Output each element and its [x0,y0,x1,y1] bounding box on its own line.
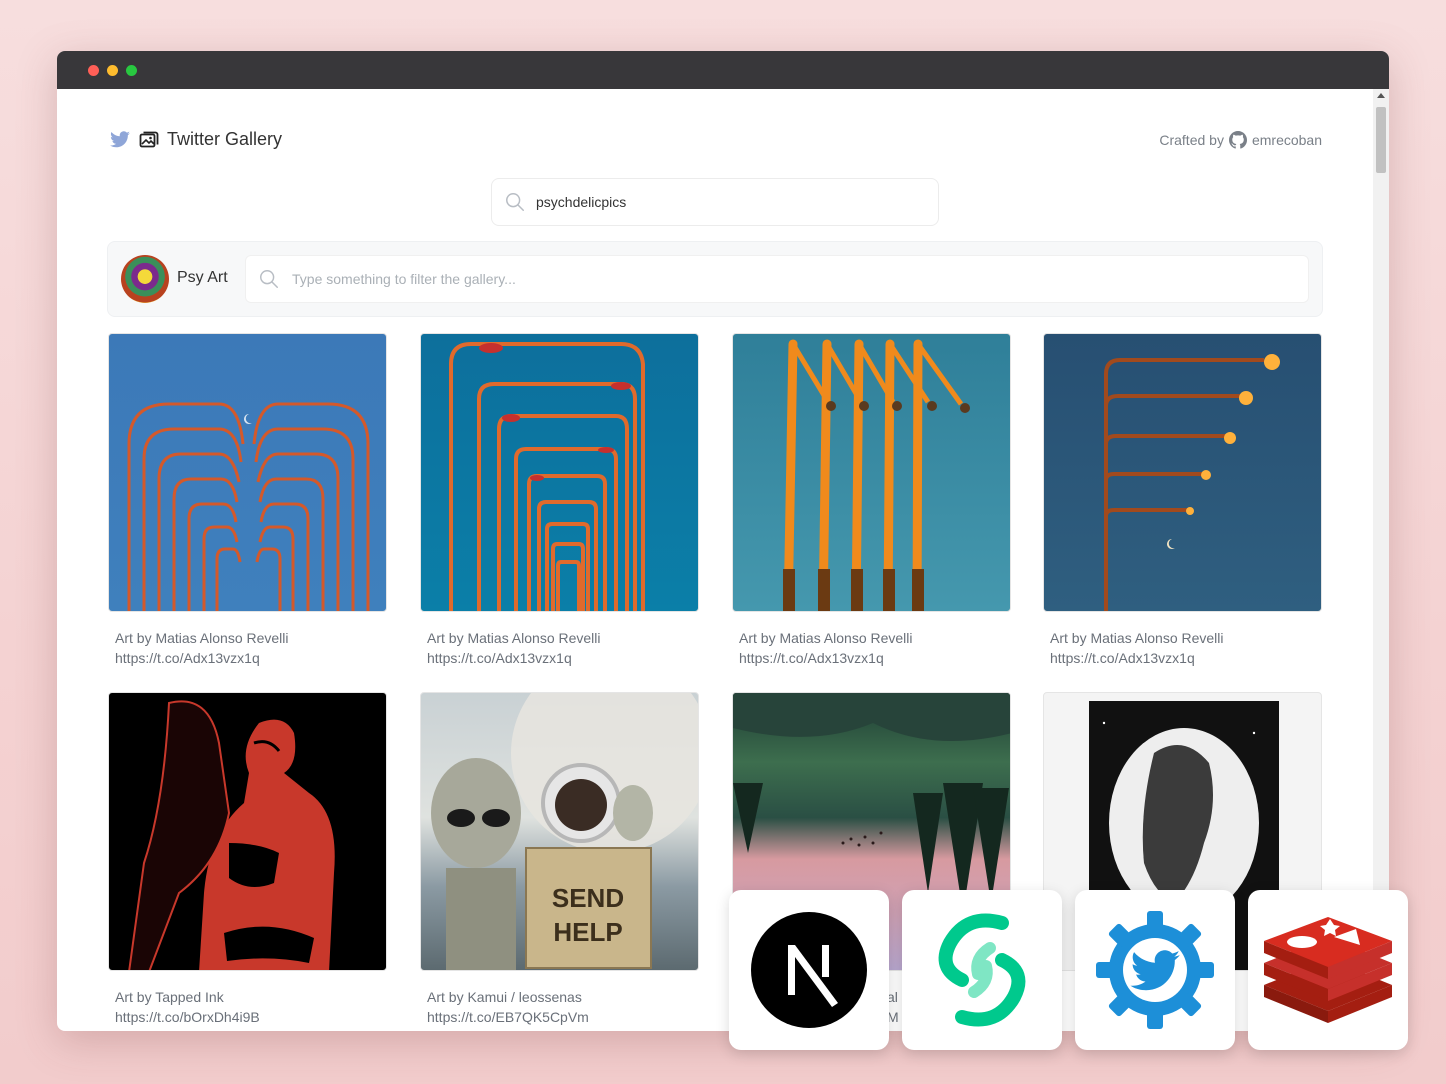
gallery-card[interactable]: SEND HELP Art by Kamui / leossenas https:… [420,692,699,1027]
gallery-filter-input[interactable] [292,271,1292,287]
streetlight-row-art [783,339,970,611]
gallery-caption: Art by Matias Alonso Revelli https://t.c… [1043,612,1322,668]
gallery-image[interactable] [108,333,387,612]
page-header: Twitter Gallery Crafted by emrecoban [109,129,1322,153]
caption-text: Art by Matias Alonso Revelli [739,630,913,646]
caption-text: Art by Matias Alonso Revelli [427,630,601,646]
gallery-caption: Art by Matias Alonso Revelli https://t.c… [108,612,387,668]
caption-link[interactable]: https://t.co/Adx13vzx1q [739,648,1004,668]
caption-text: Art by Tapped Ink [115,989,224,1005]
gallery-card[interactable]: Art by Tapped Ink https://t.co/bOrxDh4i9… [108,692,387,1027]
caption-link[interactable]: https://t.co/EB7QK5CpVm [427,1007,692,1027]
author-link[interactable]: emrecoban [1252,132,1322,148]
gallery-card[interactable]: Art by Matias Alonso Revelli https://t.c… [420,333,699,668]
search-icon [506,193,524,211]
window-titlebar [57,51,1389,89]
streetlight-arches-art [127,402,370,611]
caption-link[interactable]: https://t.co/bOrxDh4i9B [115,1007,380,1027]
profile-name: Psy Art [177,269,228,286]
gallery-card[interactable]: Art by Matias Alonso Revelli https://t.c… [108,333,387,668]
caption-link[interactable]: https://t.co/Adx13vzx1q [115,648,380,668]
redis-badge [1248,890,1408,1050]
scroll-thumb[interactable] [1376,107,1386,173]
bird-icon [110,130,130,147]
gallery-image[interactable]: SEND HELP [420,692,699,971]
gallery-caption: Art by Kamui / leossenas https://t.co/EB… [420,971,699,1027]
streetlight-stack-art [1104,354,1280,611]
gallery-image[interactable] [420,333,699,612]
github-icon [1228,131,1247,149]
upstash-logo-icon [938,913,1026,1027]
gallery-caption: Art by Matias Alonso Revelli https://t.c… [732,612,1011,668]
gallery-card[interactable]: Art by Matias Alonso Revelli https://t.c… [732,333,1011,668]
caption-link[interactable]: https://t.co/Adx13vzx1q [1050,648,1315,668]
search-icon [260,270,278,288]
nextjs-logo-icon [751,912,867,1028]
gallery-card[interactable]: Art by Matias Alonso Revelli https://t.c… [1043,333,1322,668]
crafted-by-label: Crafted by [1159,132,1224,148]
gallery-caption: Art by Matias Alonso Revelli https://t.c… [420,612,699,668]
close-window-button[interactable] [88,65,99,76]
caption-text: Art by Kamui / leossenas [427,989,582,1005]
gallery-image[interactable] [732,333,1011,612]
twitter-api-gear-icon [1096,911,1214,1029]
username-search-input[interactable] [536,194,916,210]
gallery-caption: Art by Tapped Ink https://t.co/bOrxDh4i9… [108,971,387,1027]
aliens-send-help-art: SEND HELP [431,693,698,970]
twitter-api-badge [1075,890,1235,1050]
profile-filter-bar: Psy Art [107,241,1323,317]
upstash-badge [902,890,1062,1050]
minimize-window-button[interactable] [107,65,118,76]
avatar[interactable] [121,255,169,303]
brand[interactable]: Twitter Gallery [109,129,282,150]
browser-window: Twitter Gallery Crafted by emrecoban Psy… [57,51,1389,1031]
caption-text: Art by Matias Alonso Revelli [1050,630,1224,646]
nextjs-badge [729,890,889,1050]
maximize-window-button[interactable] [126,65,137,76]
caption-link[interactable]: https://t.co/Adx13vzx1q [427,648,692,668]
redis-logo-icon [1264,917,1392,1023]
gallery-image[interactable] [108,692,387,971]
red-figure-art [128,700,335,970]
gallery-filter [245,255,1309,303]
gallery-icon [139,131,159,147]
caption-text: Art by Matias Alonso Revelli [115,630,289,646]
page-title: Twitter Gallery [167,129,283,149]
streetlight-tunnel-art [449,342,645,611]
username-search [491,178,939,226]
gallery-image[interactable] [1043,333,1322,612]
crafted-by: Crafted by emrecoban [1159,131,1322,149]
scroll-up-arrow-icon[interactable] [1377,93,1385,98]
